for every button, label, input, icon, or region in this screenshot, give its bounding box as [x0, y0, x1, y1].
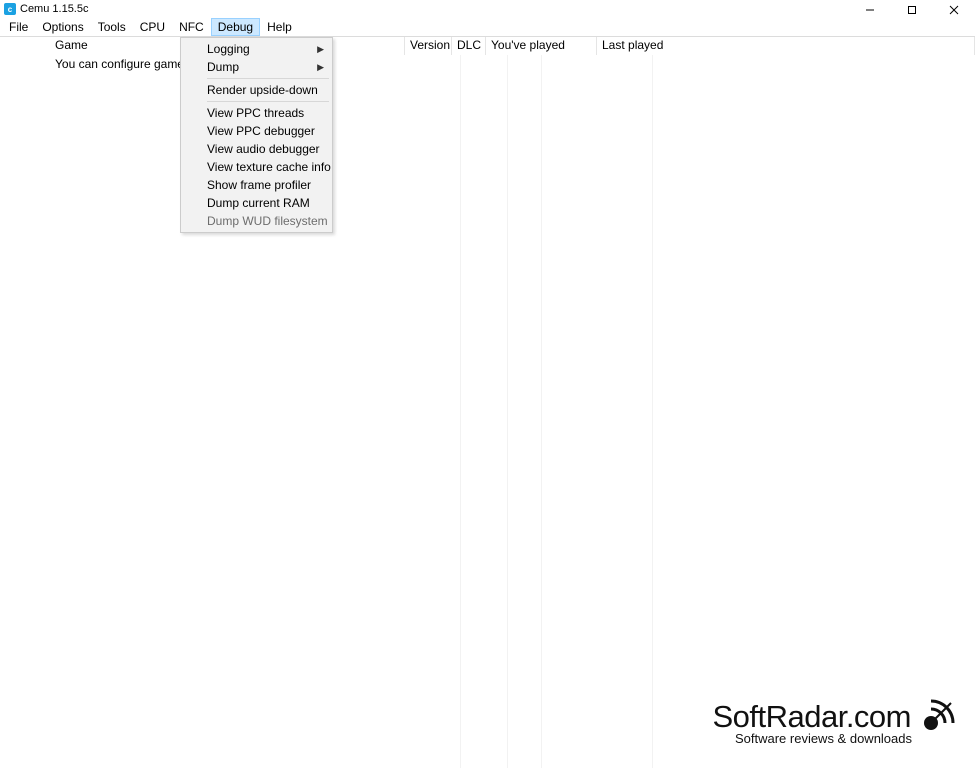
column-dlc[interactable]: DLC [452, 37, 486, 55]
dd-label: Dump [207, 60, 239, 74]
content-area: Game Version DLC You've played Last play… [0, 36, 975, 768]
column-headers: Game Version DLC You've played Last play… [0, 37, 975, 55]
dd-show-frame-profiler[interactable]: Show frame profiler [183, 176, 330, 194]
titlebar: c Cemu 1.15.5c [0, 0, 975, 18]
dd-logging[interactable]: Logging ▶ [183, 40, 330, 58]
menu-help[interactable]: Help [260, 18, 299, 36]
close-button[interactable] [933, 0, 975, 19]
column-lastplayed[interactable]: Last played [597, 37, 975, 55]
dd-label: Logging [207, 42, 250, 56]
maximize-button[interactable] [891, 0, 933, 19]
column-youplayed[interactable]: You've played [486, 37, 597, 55]
menubar: File Options Tools CPU NFC Debug Help [0, 18, 975, 36]
dd-separator [207, 78, 329, 79]
dd-render-upside-down[interactable]: Render upside-down [183, 81, 330, 99]
app-icon: c [4, 3, 16, 15]
dd-dump[interactable]: Dump ▶ [183, 58, 330, 76]
menu-cpu[interactable]: CPU [133, 18, 172, 36]
window-title: Cemu 1.15.5c [20, 3, 971, 15]
menu-tools[interactable]: Tools [91, 18, 133, 36]
menu-nfc[interactable]: NFC [172, 18, 211, 36]
menu-file[interactable]: File [2, 18, 35, 36]
column-borders [0, 55, 975, 768]
menu-debug[interactable]: Debug [211, 18, 260, 36]
debug-dropdown: Logging ▶ Dump ▶ Render upside-down View P… [180, 37, 333, 233]
minimize-button[interactable] [849, 0, 891, 19]
dd-view-ppc-threads[interactable]: View PPC threads [183, 104, 330, 122]
dd-view-ppc-debugger[interactable]: View PPC debugger [183, 122, 330, 140]
window-controls [849, 0, 975, 19]
dd-view-audio-debugger[interactable]: View audio debugger [183, 140, 330, 158]
column-version[interactable]: Version [405, 37, 452, 55]
dd-dump-current-ram[interactable]: Dump current RAM [183, 194, 330, 212]
placeholder-text: You can configure game [0, 55, 975, 71]
dd-dump-wud-filesystem[interactable]: Dump WUD filesystem [183, 212, 330, 230]
menu-options[interactable]: Options [35, 18, 90, 36]
dd-view-texture-cache-info[interactable]: View texture cache info [183, 158, 330, 176]
chevron-right-icon: ▶ [317, 62, 324, 73]
chevron-right-icon: ▶ [317, 44, 324, 55]
dd-separator [207, 101, 329, 102]
